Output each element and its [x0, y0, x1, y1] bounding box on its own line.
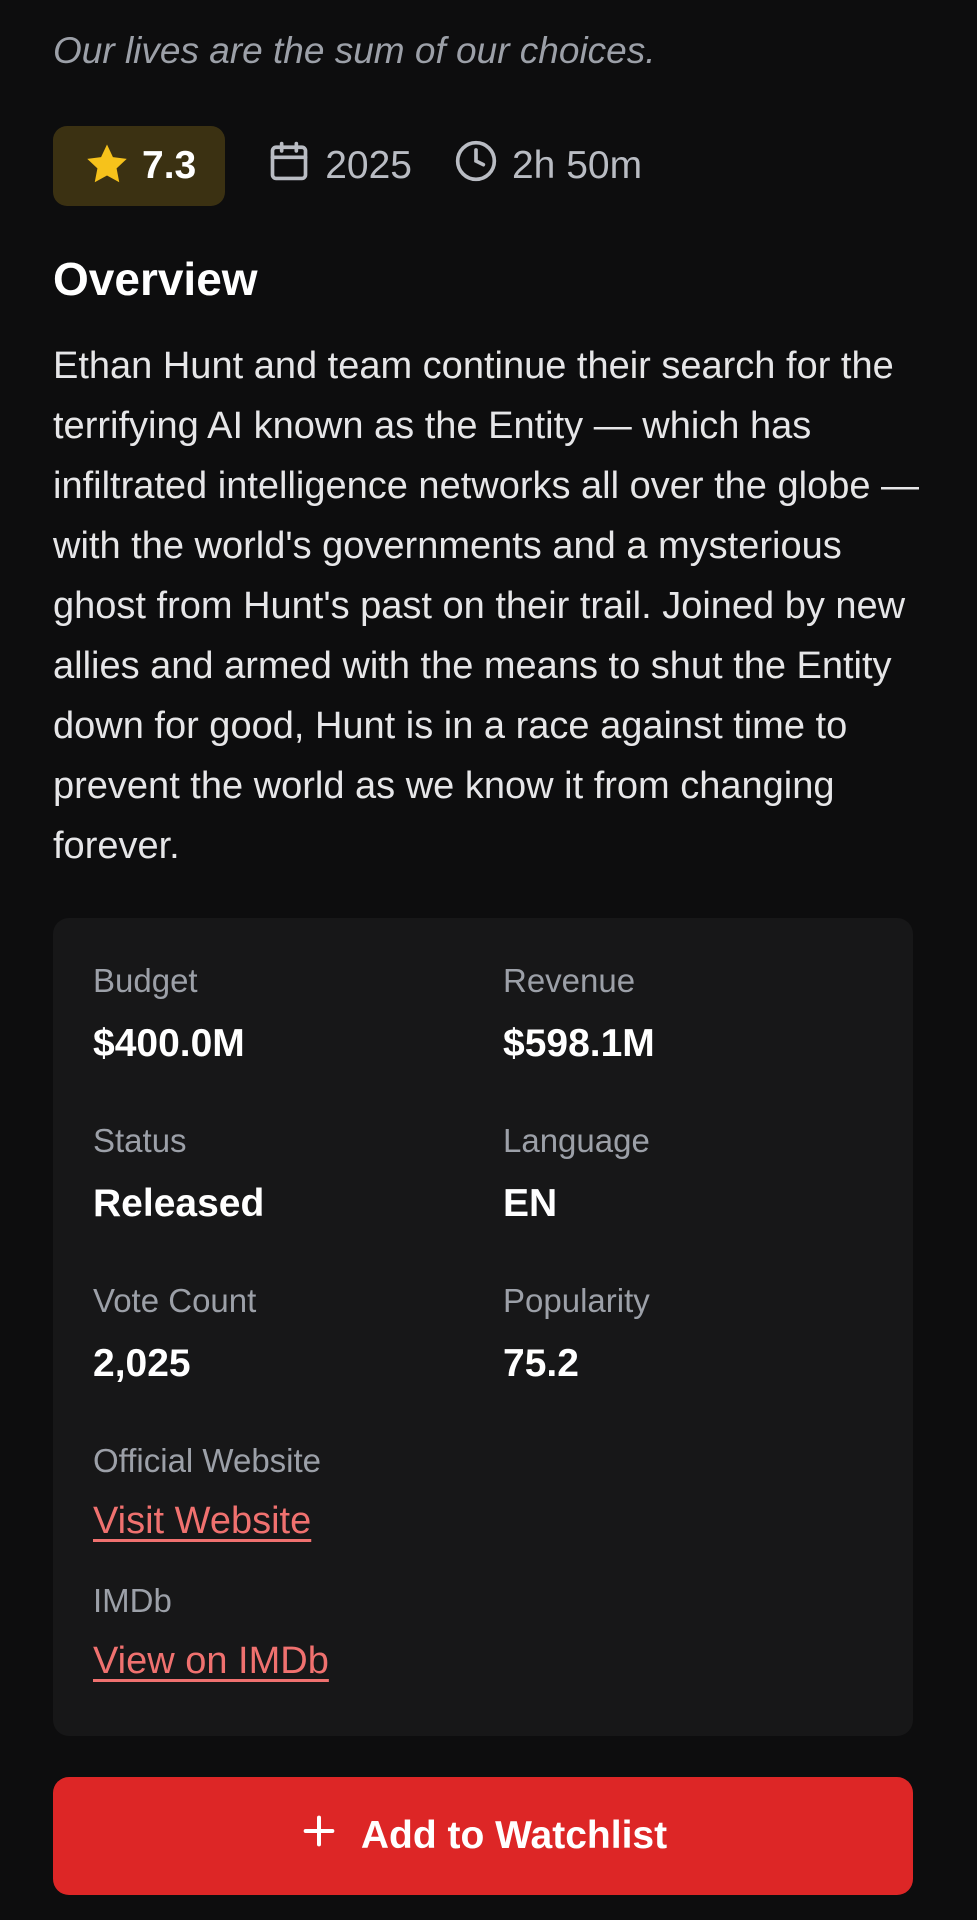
calendar-icon	[267, 139, 311, 193]
revenue-value: $598.1M	[503, 1022, 655, 1065]
status-value: Released	[93, 1182, 265, 1225]
release-year-value: 2025	[325, 144, 412, 187]
star-icon	[84, 141, 130, 192]
vote-count-field: Vote Count 2,025	[93, 1282, 256, 1386]
budget-value: $400.0M	[93, 1022, 245, 1065]
movie-meta-row: 7.3 2025 2h 50m	[53, 126, 642, 206]
add-to-watchlist-button[interactable]: Add to Watchlist	[53, 1777, 913, 1895]
runtime-value: 2h 50m	[511, 144, 643, 187]
vote-count-label: Vote Count	[93, 1282, 257, 1319]
rating-value: 7.3	[142, 144, 197, 187]
details-card: Budget $400.0M Revenue $598.1M Status Re…	[53, 918, 913, 1736]
clock-icon	[454, 139, 498, 193]
add-to-watchlist-label: Add to Watchlist	[360, 1814, 668, 1857]
popularity-label: Popularity	[503, 1282, 650, 1319]
status-field: Status Released	[93, 1122, 264, 1226]
status-label: Status	[93, 1122, 187, 1159]
overview-text: Ethan Hunt and team continue their searc…	[53, 345, 920, 867]
imdb-field: IMDb View on IMDb	[93, 1582, 329, 1683]
budget-field: Budget $400.0M	[93, 962, 245, 1066]
language-value: EN	[503, 1182, 558, 1225]
revenue-field: Revenue $598.1M	[503, 962, 655, 1066]
language-label: Language	[503, 1122, 650, 1159]
website-field: Official Website Visit Website	[93, 1442, 321, 1543]
movie-tagline: Our lives are the sum of our choices.	[53, 30, 656, 71]
rating-badge: 7.3	[53, 126, 226, 206]
vote-count-value: 2,025	[93, 1342, 191, 1385]
revenue-label: Revenue	[503, 962, 636, 999]
popularity-value: 75.2	[503, 1342, 579, 1385]
language-field: Language EN	[503, 1122, 650, 1226]
popularity-field: Popularity 75.2	[503, 1282, 650, 1386]
view-on-imdb-link[interactable]: View on IMDb	[93, 1640, 329, 1683]
plus-icon	[299, 1811, 339, 1861]
visit-website-link[interactable]: Visit Website	[93, 1500, 311, 1543]
overview-heading: Overview	[53, 253, 258, 305]
release-year: 2025	[267, 139, 412, 193]
website-label: Official Website	[93, 1442, 322, 1479]
runtime: 2h 50m	[454, 139, 642, 193]
budget-label: Budget	[93, 962, 198, 999]
imdb-label: IMDb	[93, 1582, 172, 1619]
